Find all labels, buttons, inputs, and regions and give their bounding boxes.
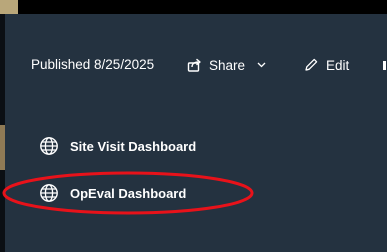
share-icon (187, 58, 202, 72)
edit-button[interactable]: Edit (303, 54, 349, 76)
dashboard-link-label: OpEval Dashboard (70, 185, 187, 201)
highlight-annotation-ellipse (2, 171, 254, 215)
top-edge-strip (0, 0, 387, 14)
dashboard-link-site-visit[interactable]: Site Visit Dashboard (39, 134, 196, 158)
report-toolbar: Published 8/25/2025 Share Edit (31, 54, 387, 76)
chevron-down-icon[interactable] (257, 62, 266, 68)
edit-label: Edit (326, 57, 350, 73)
dashboard-link-opeval[interactable]: OpEval Dashboard (39, 181, 186, 205)
left-edge-background-fragment (0, 125, 5, 170)
dashboard-link-label: Site Visit Dashboard (70, 138, 197, 154)
globe-icon (39, 136, 59, 156)
share-label: Share (209, 57, 246, 73)
published-date: Published 8/25/2025 (31, 57, 155, 72)
share-button[interactable]: Share (187, 54, 266, 76)
globe-icon (39, 183, 59, 203)
pencil-icon (303, 57, 319, 73)
more-options-icon[interactable] (383, 61, 386, 70)
